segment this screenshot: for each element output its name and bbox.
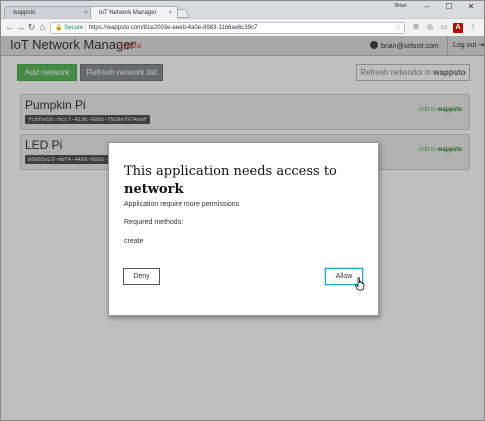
profile-name[interactable]: Brian: [395, 3, 407, 9]
address-bar[interactable]: 🔒 Secure | https://wappsto.com/81e2003e-ee…: [50, 22, 405, 34]
secure-label: Secure: [64, 25, 84, 31]
close-window-icon[interactable]: ✕: [464, 2, 478, 11]
browser-menu-icon[interactable]: ⋮: [468, 23, 478, 33]
maximize-icon[interactable]: ☐: [442, 2, 456, 11]
dialog-description: Application require more permissions: [124, 201, 240, 208]
hand-cursor-icon: [354, 277, 365, 291]
tab-strip: wappsto × IoT Network Manager × Brian – …: [0, 0, 485, 19]
url-text: https://wappsto.com/81e2003e-eeeb-4a0e-8…: [88, 25, 258, 31]
home-icon[interactable]: ⌂: [37, 22, 48, 33]
dialog-title-text: This application needs access to: [124, 164, 337, 179]
page: IoT Network Manager Apida brian@seluxit.…: [0, 36, 485, 421]
dialog-title-resource: network: [124, 182, 184, 197]
dialog-title: This application needs access to network: [124, 163, 364, 199]
required-methods-label: Required methods:: [124, 219, 184, 226]
minimize-icon[interactable]: –: [420, 2, 434, 11]
extension-icon[interactable]: ▭: [439, 23, 449, 33]
browser-chrome: wappsto × IoT Network Manager × Brian – …: [0, 0, 485, 36]
bookmark-star-icon[interactable]: ☆: [395, 23, 401, 33]
tab-label: wappsto: [13, 10, 36, 16]
extension-icon[interactable]: ◎: [425, 23, 435, 33]
deny-button[interactable]: Deny: [123, 268, 160, 285]
adobe-extension-icon[interactable]: A: [453, 23, 463, 33]
permission-dialog: This application needs access to network…: [108, 142, 379, 316]
tab-iot-network-manager[interactable]: IoT Network Manager ×: [90, 6, 178, 19]
browser-toolbar: ← → ↻ ⌂ 🔒 Secure | https://wappsto.com/81e…: [0, 18, 485, 36]
tab-label: IoT Network Manager: [99, 10, 157, 16]
required-method-item: create: [124, 238, 144, 245]
back-icon[interactable]: ←: [4, 22, 15, 33]
forward-icon[interactable]: →: [15, 22, 26, 33]
reload-icon[interactable]: ↻: [26, 22, 37, 33]
tab-close-icon[interactable]: ×: [168, 7, 172, 19]
extension-icon[interactable]: ⚙: [411, 23, 421, 33]
lock-icon: 🔒: [55, 25, 63, 31]
